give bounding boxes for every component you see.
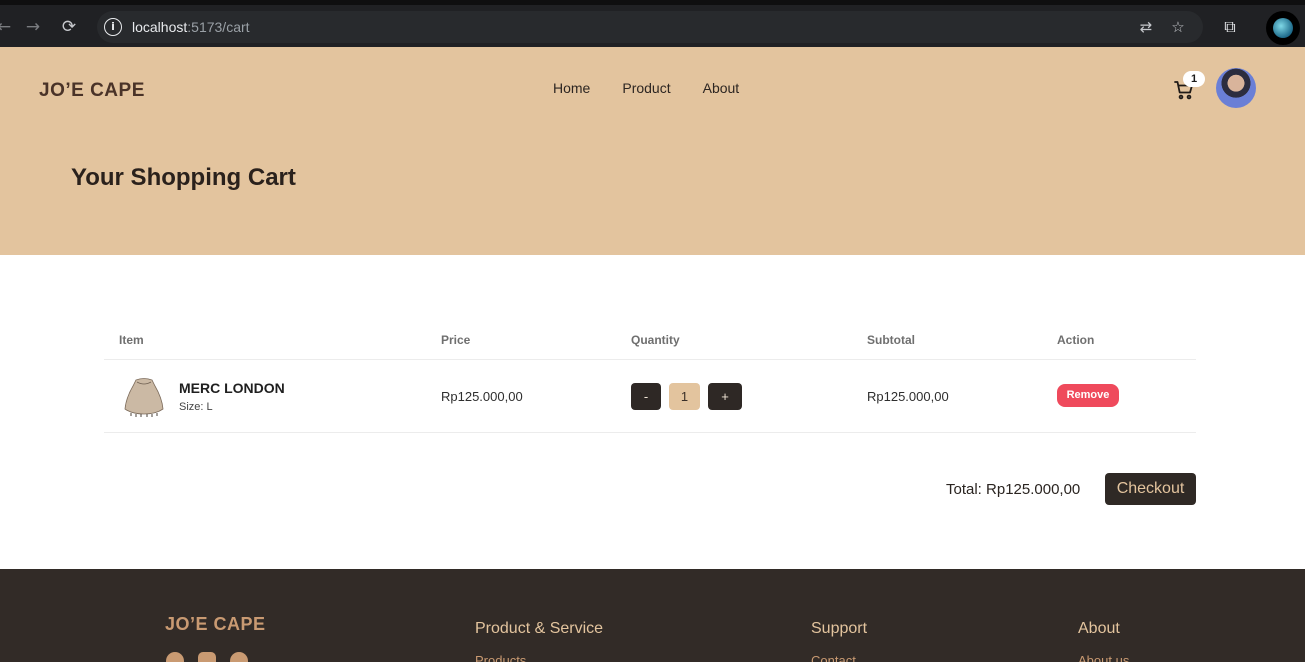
browser-profile-avatar[interactable] — [1266, 11, 1300, 45]
footer-logo: JO’E CAPE — [165, 614, 266, 634]
nav-about[interactable]: About — [703, 80, 740, 96]
reload-icon[interactable]: ⟳ — [57, 15, 81, 39]
site-info-icon[interactable]: i — [104, 18, 122, 36]
footer-heading-about: About — [1078, 620, 1120, 637]
footer-link-products[interactable]: Products — [475, 653, 526, 662]
total-label: Total: — [946, 481, 982, 498]
cart-total: Total: Rp125.000,00 — [946, 481, 1080, 498]
checkout-button[interactable]: Checkout — [1105, 473, 1196, 505]
cart-table: Item Price Quantity Subtotal Action MERC… — [104, 325, 1196, 433]
nav-home[interactable]: Home — [553, 80, 590, 96]
table-row: MERC LONDON Size: L Rp125.000,00 - 1 + R… — [104, 360, 1196, 433]
product-subtotal: Rp125.000,00 — [867, 389, 949, 404]
column-header-subtotal: Subtotal — [867, 333, 915, 347]
site-logo[interactable]: JO’E CAPE — [39, 80, 145, 102]
footer-heading-support: Support — [811, 620, 868, 637]
footer-heading-product-service: Product & Service — [475, 620, 604, 637]
decrease-quantity-button[interactable]: - — [631, 383, 661, 410]
page-title: Your Shopping Cart — [71, 164, 296, 191]
extensions-icon[interactable]: ⧉ — [1218, 15, 1242, 39]
translate-icon[interactable]: ⇄ — [1136, 17, 1156, 37]
community-icon[interactable] — [230, 652, 248, 662]
back-icon[interactable]: ← — [0, 15, 16, 39]
cart-table-header: Item Price Quantity Subtotal Action — [104, 325, 1196, 360]
site-header: JO’E CAPE Home Product About 1 Your Shop… — [0, 47, 1305, 255]
footer-link-about-us[interactable]: About us — [1078, 653, 1129, 662]
column-header-quantity: Quantity — [631, 333, 680, 347]
browser-toolbar: ← → ⟳ i localhost:5173/cart ⇄ ☆ ⧉ — [0, 0, 1305, 47]
remove-item-button[interactable]: Remove — [1057, 384, 1119, 407]
product-price: Rp125.000,00 — [441, 389, 523, 404]
main-nav: Home Product About — [553, 80, 739, 96]
user-avatar[interactable] — [1216, 68, 1256, 108]
nav-product[interactable]: Product — [622, 80, 670, 96]
product-thumbnail — [122, 376, 166, 418]
site-footer: JO’E CAPE Product & Service Products Sup… — [0, 569, 1305, 662]
product-size: Size: L — [179, 401, 213, 413]
column-header-action: Action — [1057, 333, 1095, 347]
url-text[interactable]: localhost:5173/cart — [132, 19, 250, 35]
bookmark-star-icon[interactable]: ☆ — [1168, 17, 1188, 37]
product-name[interactable]: MERC LONDON — [179, 380, 285, 396]
address-bar[interactable]: i localhost:5173/cart ⇄ ☆ — [97, 11, 1203, 43]
facebook-icon[interactable] — [166, 652, 184, 662]
column-header-price: Price — [441, 333, 471, 347]
footer-link-contact[interactable]: Contact — [811, 653, 856, 662]
forward-icon[interactable]: → — [21, 15, 45, 39]
total-value: Rp125.000,00 — [986, 481, 1081, 498]
column-header-item: Item — [119, 333, 144, 347]
instagram-icon[interactable] — [198, 652, 216, 662]
cart-count-badge: 1 — [1183, 71, 1205, 87]
increase-quantity-button[interactable]: + — [708, 383, 742, 410]
quantity-value: 1 — [669, 383, 700, 410]
